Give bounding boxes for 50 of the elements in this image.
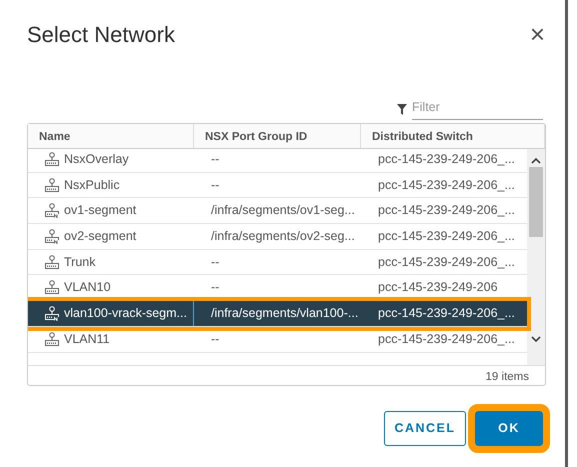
scroll-down-icon[interactable] (531, 336, 541, 343)
port-group-id: /infra/segments/vlan100-... (211, 306, 358, 320)
network-icon (44, 178, 60, 193)
column-header[interactable]: Distributed Switch (361, 124, 545, 148)
column-header[interactable]: NSX Port Group ID (194, 124, 361, 148)
distributed-switch: pcc-145-239-249-206 (378, 280, 498, 294)
port-group-id: -- (211, 254, 220, 269)
network-icon (44, 152, 60, 167)
port-group-id: -- (211, 152, 220, 166)
table-row[interactable]: ov2-segment /infra/segments/ov2-seg... pcc-145-239-249-206_... (28, 224, 527, 250)
table-row[interactable]: NsxOverlay -- pcc-145-239-249-206_... (28, 149, 527, 173)
item-count: 19 items (484, 370, 530, 385)
column-header[interactable]: Name (28, 124, 194, 148)
distributed-switch: pcc-145-239-249-206_... (378, 306, 515, 320)
network-name: ov1-segment (64, 202, 136, 220)
network-icon (44, 254, 60, 270)
network-name: VLAN11 (64, 330, 110, 348)
scrollbar[interactable] (527, 149, 545, 365)
network-icon (44, 306, 60, 321)
network-icon (44, 228, 60, 244)
distributed-switch: pcc-145-239-249-206_... (378, 152, 515, 166)
network-name: VLAN10 (64, 279, 111, 296)
distributed-switch: pcc-145-239-249-206_... (378, 332, 515, 346)
table-row[interactable]: VLAN11 -- pcc-145-239-249-206_... (28, 326, 527, 352)
network-name: ov2-segment (64, 228, 136, 246)
network-name: NsxPublic (64, 176, 120, 194)
port-group-id: -- (211, 280, 220, 294)
network-name: vlan100-vrack-segm... (64, 305, 187, 322)
table-row[interactable]: Trunk -- pcc-145-239-249-206_... (28, 250, 527, 276)
network-name: NsxOverlay (64, 150, 129, 168)
port-group-id: /infra/segments/ov1-seg... (211, 203, 355, 218)
network-icon (44, 332, 60, 347)
distributed-switch: pcc-145-239-249-206_... (378, 229, 515, 244)
table-row[interactable]: NsxPublic -- pcc-145-239-249-206_... (28, 172, 527, 198)
network-icon (44, 280, 60, 296)
port-group-id: -- (211, 178, 220, 192)
cancel-button[interactable]: CANCEL (384, 411, 466, 446)
distributed-switch: pcc-145-239-249-206_... (378, 254, 515, 269)
port-group-id: /infra/segments/ov2-seg... (211, 229, 355, 244)
distributed-switch: pcc-145-239-249-206_... (378, 178, 515, 192)
distributed-switch: pcc-145-239-249-206_... (378, 203, 515, 218)
network-icon (44, 203, 60, 218)
dialog-title: Select Network (27, 21, 175, 49)
scroll-up-icon[interactable] (531, 157, 541, 164)
close-button[interactable]: × (530, 24, 545, 44)
network-name: Trunk (64, 254, 96, 271)
filter-icon (397, 104, 407, 114)
table-row[interactable]: ov1-segment /infra/segments/ov1-seg... pcc-145-239-249-206_... (28, 198, 527, 224)
ok-button[interactable]: OK (475, 411, 543, 446)
port-group-id: -- (211, 332, 220, 346)
